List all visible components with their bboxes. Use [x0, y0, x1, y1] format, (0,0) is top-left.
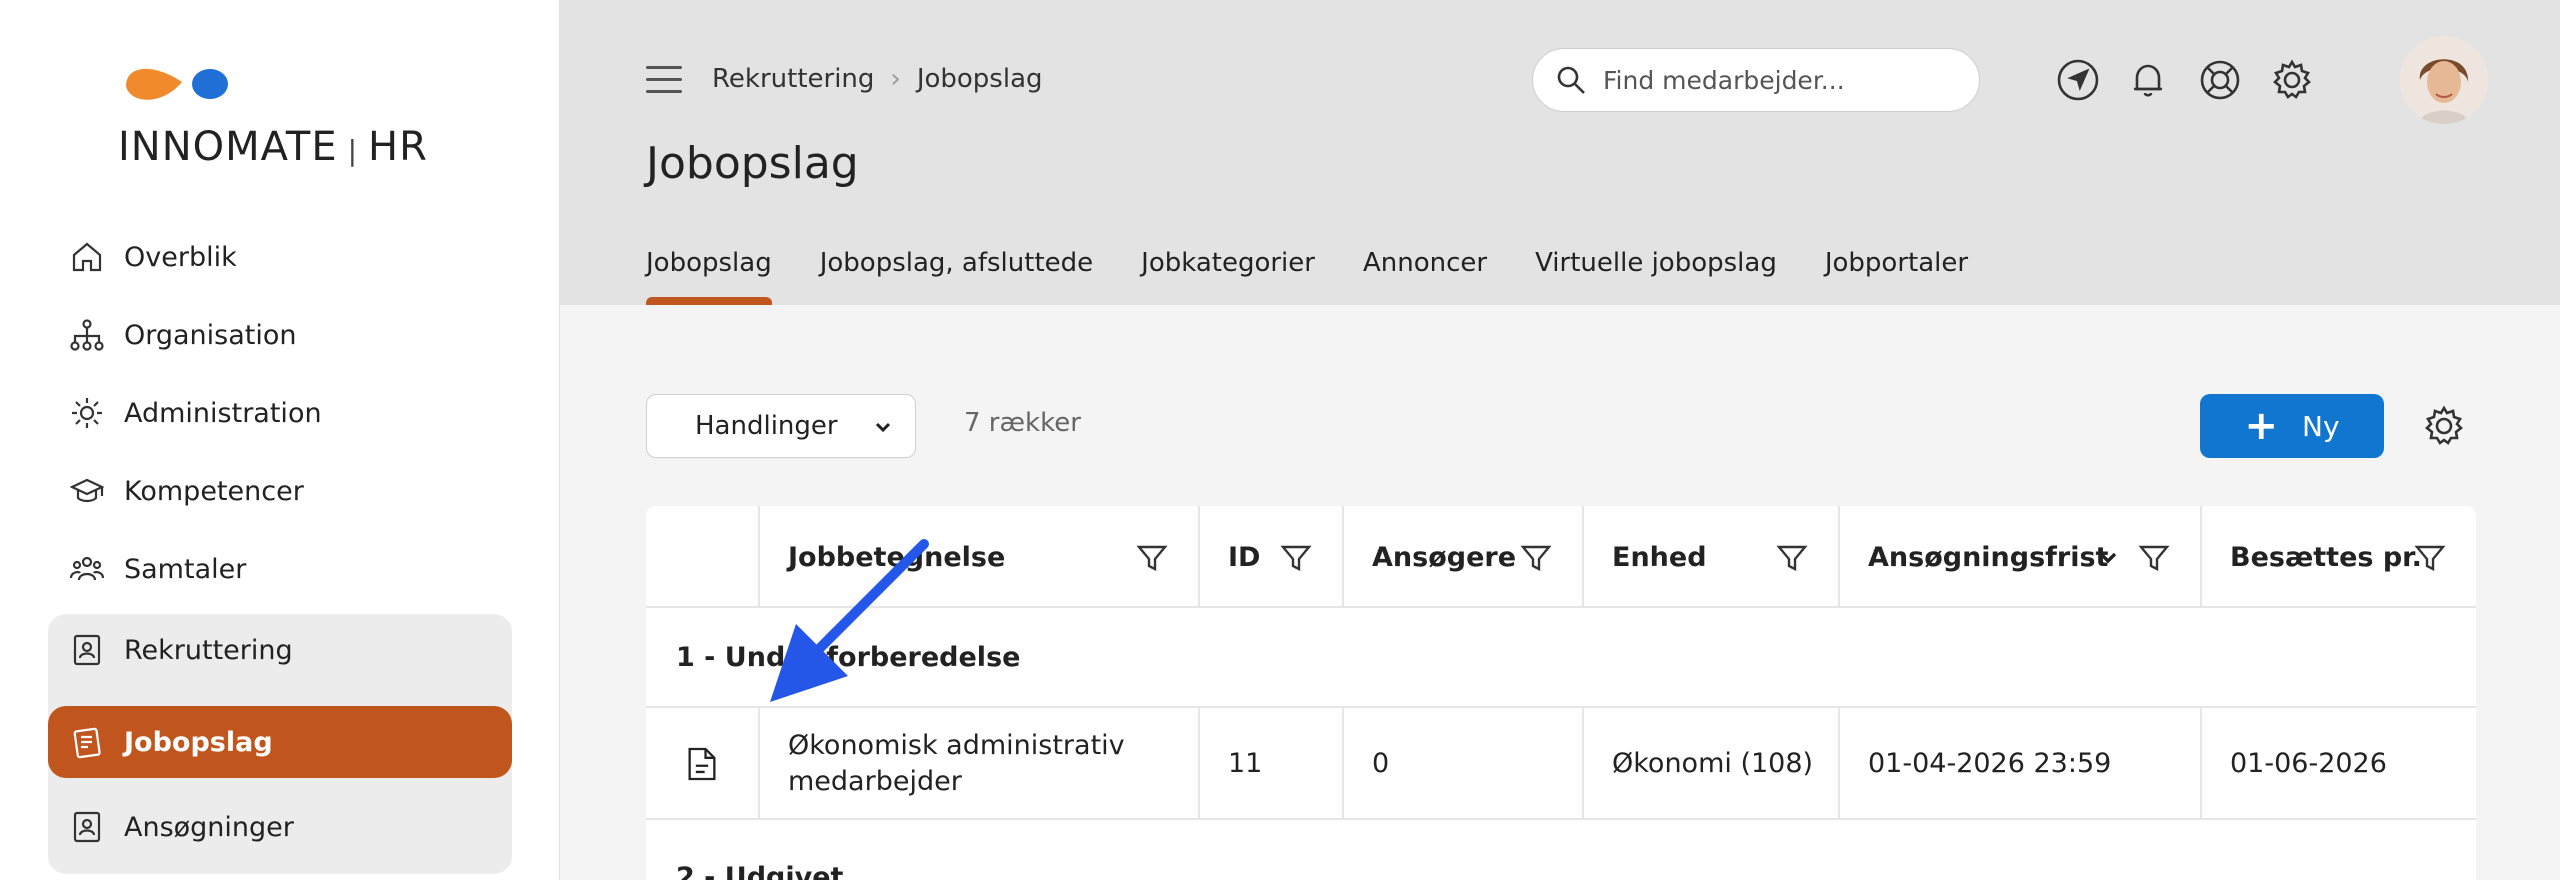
job-title-line: medarbejder: [788, 766, 962, 797]
badge-icon: [70, 810, 104, 844]
cell-jobbetegnelse[interactable]: Økonomisk administrativ medarbejder: [758, 708, 1198, 820]
people-icon: [70, 552, 104, 586]
sidebar-item-jobopslag[interactable]: Jobopslag: [48, 706, 512, 778]
column-header-enhed[interactable]: Enhed: [1582, 506, 1838, 608]
actions-dropdown[interactable]: Handlinger: [646, 394, 916, 458]
column-header-icon: [646, 506, 758, 608]
column-header-id[interactable]: ID: [1198, 506, 1342, 608]
column-header-label: ID: [1228, 541, 1261, 573]
chevron-right-icon: ›: [890, 64, 901, 94]
tab-jobopslag-afsluttede[interactable]: Jobopslag, afsluttede: [820, 248, 1093, 305]
column-header-label: Enhed: [1612, 541, 1707, 573]
sidebar-item-ansoegninger[interactable]: Ansøgninger: [48, 788, 512, 866]
search-box[interactable]: [1532, 48, 1980, 112]
header: Rekruttering › Jobopslag Jobopslag Jobop…: [560, 0, 2560, 305]
filter-icon[interactable]: [1520, 542, 1552, 574]
avatar[interactable]: [2400, 36, 2488, 124]
column-header-ansoegningsfrist[interactable]: Ansøgningsfrist: [1838, 506, 2200, 608]
page-title: Jobopslag: [646, 138, 859, 189]
column-header-besaettes-pr[interactable]: Besættes pr.: [2200, 506, 2476, 608]
cell-ansoegningsfrist: 01-04-2026 23:59: [1838, 708, 2200, 820]
sidebar-item-label: Administration: [124, 397, 322, 429]
filter-icon[interactable]: [2138, 542, 2170, 574]
help-lifebuoy-icon[interactable]: [2198, 58, 2242, 102]
sidebar-item-label: Rekruttering: [124, 634, 293, 666]
sidebar-item-samtaler[interactable]: Samtaler: [48, 530, 512, 608]
filter-icon[interactable]: [2414, 542, 2446, 574]
sidebar-item-rekruttering[interactable]: Rekruttering: [48, 614, 512, 686]
search-icon: [1557, 66, 1585, 94]
badge-icon: [70, 633, 104, 667]
bell-icon[interactable]: [2126, 58, 2170, 102]
org-chart-icon: [70, 318, 104, 352]
breadcrumb-item-rekruttering[interactable]: Rekruttering: [712, 64, 874, 94]
column-header-label: Ansøgere: [1372, 541, 1517, 573]
logo: INNOMATE | HR: [118, 60, 448, 170]
sidebar-nav: Overblik Organisation Administration Kom…: [48, 218, 512, 874]
sidebar-item-label: Jobopslag: [124, 726, 273, 758]
document-icon[interactable]: [646, 708, 758, 820]
plus-icon: +: [2244, 403, 2278, 449]
sidebar-item-label: Samtaler: [124, 553, 247, 585]
cell-enhed: Økonomi (108): [1582, 708, 1838, 820]
cell-besaettes-pr: 01-06-2026: [2200, 708, 2476, 820]
admin-gear-icon: [70, 396, 104, 430]
graduation-cap-icon: [70, 474, 104, 508]
group-row-udgivet[interactable]: 2 - Udgivet: [646, 820, 2476, 880]
group-row-label: 2 - Udgivet: [676, 862, 844, 880]
sidebar-item-administration[interactable]: Administration: [48, 374, 512, 452]
sidebar-item-label: Kompetencer: [124, 475, 304, 507]
navigate-icon[interactable]: [2056, 58, 2100, 102]
job-post-icon: [70, 725, 104, 759]
sidebar-item-label: Ansøgninger: [124, 811, 294, 843]
tab-bar: Jobopslag Jobopslag, afsluttede Jobkateg…: [646, 248, 2016, 305]
annotation-arrow: [770, 539, 929, 702]
sidebar-item-kompetencer[interactable]: Kompetencer: [48, 452, 512, 530]
sidebar: INNOMATE | HR Overblik Organisation Admini…: [0, 0, 560, 880]
new-button-label: Ny: [2302, 409, 2340, 443]
tab-jobopslag[interactable]: Jobopslag: [646, 248, 772, 305]
filter-icon[interactable]: [1776, 542, 1808, 574]
tab-annoncer[interactable]: Annoncer: [1363, 248, 1487, 305]
cell-ansoegere: 0: [1342, 708, 1582, 820]
filter-icon[interactable]: [1136, 542, 1168, 574]
table-settings-icon[interactable]: [2422, 404, 2466, 448]
tab-virtuelle-jobopslag[interactable]: Virtuelle jobopslag: [1535, 248, 1777, 305]
job-title-line: Økonomisk administrativ: [788, 730, 1125, 761]
column-header-label: Ansøgningsfrist: [1868, 541, 2109, 573]
chevron-down-icon: [875, 422, 891, 433]
table-row[interactable]: Økonomisk administrativ medarbejder 11 0…: [646, 708, 2476, 820]
menu-icon[interactable]: [646, 66, 682, 96]
filter-icon[interactable]: [1280, 542, 1312, 574]
logo-text: INNOMATE | HR: [118, 124, 428, 170]
new-button[interactable]: + Ny: [2200, 394, 2384, 458]
sort-desc-icon[interactable]: [2096, 546, 2120, 570]
column-header-ansoegere[interactable]: Ansøgere: [1342, 506, 1582, 608]
home-icon: [70, 240, 104, 274]
rows-count: 7 rækker: [964, 408, 1081, 438]
actions-dropdown-label: Handlinger: [695, 411, 838, 441]
sidebar-item-overblik[interactable]: Overblik: [48, 218, 512, 296]
cell-id: 11: [1198, 708, 1342, 820]
breadcrumb: Rekruttering › Jobopslag: [712, 64, 1043, 94]
sidebar-item-label: Overblik: [124, 241, 237, 273]
tab-jobkategorier[interactable]: Jobkategorier: [1141, 248, 1315, 305]
tab-jobportaler[interactable]: Jobportaler: [1825, 248, 1968, 305]
breadcrumb-item-jobopslag: Jobopslag: [916, 64, 1043, 94]
column-header-label: Besættes pr.: [2230, 541, 2422, 573]
search-input[interactable]: [1603, 65, 1963, 95]
sidebar-group-rekruttering: Rekruttering Jobopslag Ansøgninger: [48, 614, 512, 874]
settings-icon[interactable]: [2270, 58, 2314, 102]
sidebar-item-label: Organisation: [124, 319, 297, 351]
sidebar-item-organisation[interactable]: Organisation: [48, 296, 512, 374]
